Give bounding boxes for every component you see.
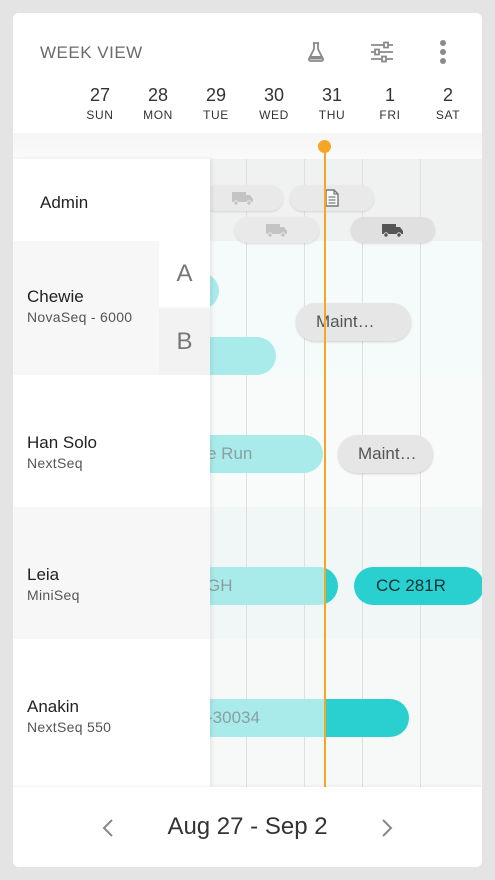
sidebar-row-admin[interactable]: Admin <box>13 159 210 241</box>
instrument-name: Chewie <box>27 287 84 306</box>
day-mon[interactable]: 28 MON <box>133 85 183 122</box>
day-name: MON <box>143 108 173 122</box>
header-divider <box>13 133 482 159</box>
day-header-row: 27 SUN 28 MON 29 TUE 30 WED 31 THU 1 FRI 2 SAT <box>13 85 482 131</box>
instrument-name: Leia <box>27 565 60 584</box>
day-sun[interactable]: 27 SUN <box>75 85 125 122</box>
day-number: 31 <box>321 85 343 105</box>
day-number: 28 <box>147 85 169 105</box>
maintenance-event[interactable]: Maint… <box>296 303 411 341</box>
header: WEEK VIEW 27 SUN 28 MON 29 TUE 30 WED 31 THU … <box>13 13 482 133</box>
maintenance-event[interactable]: Maint… <box>338 435 433 473</box>
day-wed[interactable]: 30 WED <box>249 85 299 122</box>
day-sat[interactable]: 2 SAT <box>423 85 473 122</box>
next-week-icon[interactable] <box>372 813 402 843</box>
shipment-pill[interactable] <box>203 185 283 211</box>
day-name: THU <box>318 108 346 122</box>
run-event-cc281r[interactable]: CC 281R <box>354 567 482 605</box>
truck-icon <box>266 224 287 238</box>
shipment-pill[interactable] <box>235 217 319 243</box>
sidebar-row-chewie[interactable]: Chewie NovaSeq - 6000 A B <box>13 241 210 375</box>
page-title: WEEK VIEW <box>40 43 143 62</box>
sidebar-row-leia[interactable]: Leia MiniSeq <box>13 507 210 639</box>
current-time-line <box>324 147 326 787</box>
instrument-name: Han Solo <box>27 433 97 452</box>
day-name: FRI <box>379 108 401 122</box>
sidebar-row-anakin[interactable]: Anakin NextSeq 550 <box>13 639 210 787</box>
slot-a[interactable]: A <box>159 241 210 307</box>
instrument-model: NextSeq 550 <box>27 719 112 735</box>
day-name: SUN <box>86 108 114 122</box>
instrument-name: Anakin <box>27 697 79 716</box>
slot-b[interactable]: B <box>159 309 210 375</box>
sliders-icon[interactable] <box>370 39 394 65</box>
day-number: 2 <box>442 85 453 105</box>
day-name: WED <box>259 108 289 122</box>
sidebar-label-admin: Admin <box>40 193 89 212</box>
grid-line <box>246 159 247 787</box>
flask-icon[interactable] <box>304 39 328 65</box>
grid-line <box>420 159 421 787</box>
day-thu[interactable]: 31 THU <box>307 85 357 122</box>
grid-line <box>304 159 305 787</box>
day-number: 30 <box>263 85 285 105</box>
instrument-model: MiniSeq <box>27 587 80 603</box>
week-view-card: WEEK VIEW 27 SUN 28 MON 29 TUE 30 WED 31 THU … <box>13 13 482 867</box>
day-name: TUE <box>203 108 229 122</box>
instrument-sidebar: Admin Chewie NovaSeq - 6000 A B Han Solo… <box>13 159 210 787</box>
shipment-pill[interactable] <box>351 217 435 243</box>
truck-icon <box>382 224 403 238</box>
day-fri[interactable]: 1 FRI <box>365 85 415 122</box>
day-number: 1 <box>384 85 395 105</box>
day-tue[interactable]: 29 TUE <box>191 85 241 122</box>
grid-line <box>362 159 363 787</box>
footer: Aug 27 - Sep 2 <box>13 787 482 867</box>
date-range: Aug 27 - Sep 2 <box>167 813 328 840</box>
day-number: 29 <box>205 85 227 105</box>
current-time-marker <box>318 140 331 153</box>
sidebar-row-hansolo[interactable]: Han Solo NextSeq <box>13 375 210 507</box>
day-name: SAT <box>435 108 461 122</box>
document-icon <box>325 189 339 207</box>
instrument-model: NextSeq <box>27 455 83 471</box>
more-vertical-icon[interactable] <box>431 39 455 65</box>
instrument-model: NovaSeq - 6000 <box>27 309 133 325</box>
day-number: 27 <box>89 85 111 105</box>
truck-icon <box>232 192 253 206</box>
document-pill[interactable] <box>290 185 374 211</box>
